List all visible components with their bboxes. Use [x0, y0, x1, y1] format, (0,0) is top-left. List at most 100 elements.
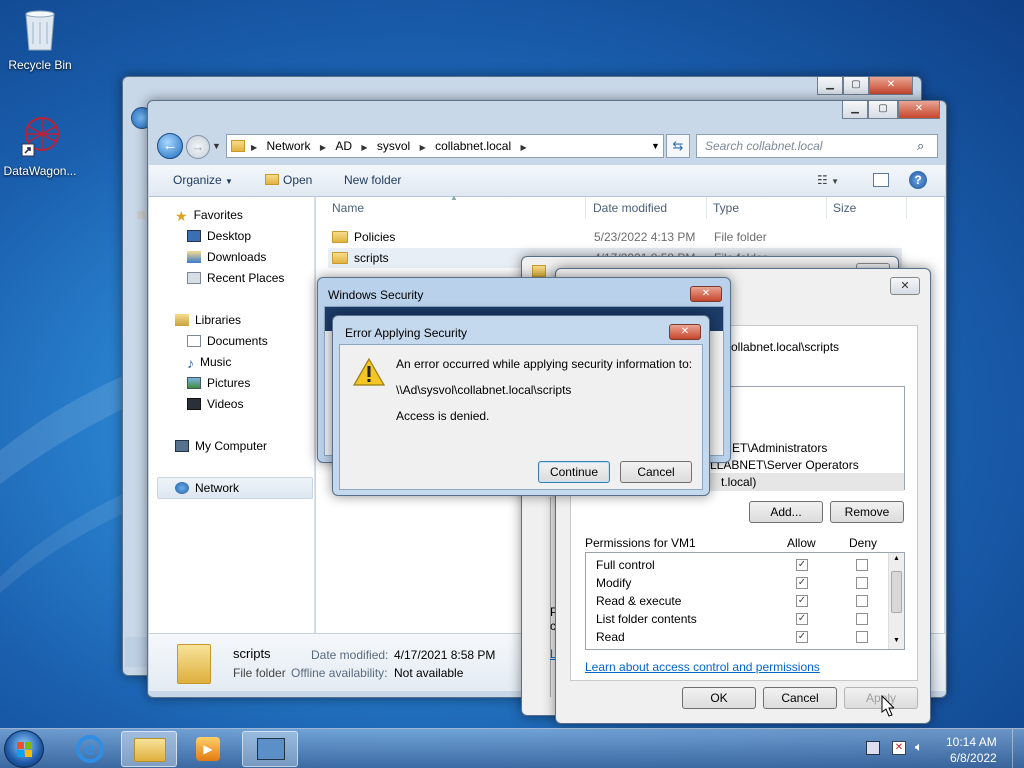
allow-checkbox[interactable]: ✓	[796, 577, 808, 589]
scroll-up-icon[interactable]: ▲	[893, 555, 900, 562]
folder-library-icon	[134, 738, 166, 762]
folder-open-icon	[265, 174, 279, 185]
folder-icon	[332, 231, 348, 243]
deny-checkbox[interactable]	[856, 577, 868, 589]
nav-my-computer[interactable]: My Computer	[175, 436, 267, 456]
allow-checkbox[interactable]: ✓	[796, 631, 808, 643]
recent-pages-icon[interactable]: ▼	[212, 141, 221, 151]
file-row[interactable]: Policies 5/23/2022 4:13 PM File folder	[332, 227, 892, 247]
cancel-button[interactable]: Cancel	[620, 461, 692, 483]
scrollbar[interactable]: ▲ ▼	[888, 553, 904, 649]
desktop-icon-datawagon[interactable]: DataWagon...	[0, 114, 80, 178]
continue-button[interactable]: Continue	[538, 461, 610, 483]
new-folder-button[interactable]: New folder	[344, 173, 401, 187]
allow-checkbox[interactable]: ✓	[796, 595, 808, 607]
organize-label: Organize	[173, 173, 222, 187]
taskbar-media-player[interactable]: ▶	[180, 731, 236, 767]
breadcrumb-collabnet[interactable]: collabnet.local	[431, 135, 515, 157]
allow-checkbox[interactable]: ✓	[796, 559, 808, 571]
details-type: File folder	[233, 666, 286, 680]
navigation-pane[interactable]: ★ Favorites Desktop Downloads Recent Plac…	[149, 197, 315, 633]
nav-desktop[interactable]: Desktop	[187, 226, 251, 246]
nav-favorites[interactable]: ★ Favorites	[175, 205, 243, 225]
error-dialog[interactable]: Error Applying Security ✕ An error occur…	[332, 315, 710, 496]
nav-documents[interactable]: Documents	[187, 331, 268, 351]
breadcrumb-ad[interactable]: AD	[331, 135, 356, 157]
back-button[interactable]: ←	[157, 133, 183, 159]
allow-checkbox[interactable]: ✓	[796, 613, 808, 625]
show-desktop-button[interactable]	[1012, 729, 1024, 768]
nav-downloads[interactable]: Downloads	[187, 247, 266, 267]
network-tray-icon[interactable]	[866, 741, 880, 755]
breadcrumb-chevron-icon[interactable]: ▶	[518, 137, 528, 159]
add-button[interactable]: Add...	[749, 501, 823, 523]
close-button[interactable]: ✕	[669, 324, 701, 340]
minimize-button[interactable]: ▁	[842, 101, 868, 119]
ok-button[interactable]: OK	[682, 687, 756, 709]
close-button[interactable]: ✕	[898, 101, 940, 119]
nav-network[interactable]: Network	[175, 478, 239, 498]
start-button[interactable]	[4, 730, 44, 768]
windows-logo-icon	[17, 742, 33, 757]
perm-name: Read	[596, 630, 625, 644]
taskbar-explorer[interactable]	[121, 731, 177, 767]
search-input[interactable]: Search collabnet.local ⌕	[696, 134, 938, 158]
cancel-button[interactable]: Cancel	[763, 687, 837, 709]
clock-date[interactable]: 6/8/2022	[950, 751, 997, 765]
breadcrumb-sysvol[interactable]: sysvol	[373, 135, 414, 157]
learn-more-link[interactable]: Learn about access control and permissio…	[585, 660, 820, 674]
minimize-button[interactable]: ▁	[817, 77, 843, 95]
maximize-button[interactable]: ▢	[843, 77, 869, 95]
breadcrumb-chevron-icon[interactable]: ▶	[318, 137, 328, 159]
view-options-icon[interactable]: ☷ ▼	[817, 173, 839, 187]
close-button[interactable]: ✕	[869, 77, 913, 95]
scroll-down-icon[interactable]: ▼	[893, 637, 900, 644]
documents-icon	[187, 335, 201, 347]
preview-pane-icon[interactable]	[873, 173, 889, 187]
column-header-size[interactable]: Size	[827, 197, 907, 219]
breadcrumb-chevron-icon[interactable]: ▶	[359, 137, 369, 159]
deny-checkbox[interactable]	[856, 631, 868, 643]
search-icon[interactable]: ⌕	[917, 138, 924, 154]
taskbar-internet-explorer[interactable]: e	[62, 731, 118, 767]
desktop-icon-recycle-bin[interactable]: Recycle Bin	[0, 8, 80, 72]
nav-libraries[interactable]: Libraries	[175, 310, 241, 330]
permissions-header: Permissions for VM1	[585, 536, 696, 550]
deny-checkbox[interactable]	[856, 613, 868, 625]
nav-music[interactable]: ♪ Music	[187, 352, 231, 372]
group-item[interactable]: t.local)	[721, 475, 756, 489]
action-center-icon[interactable]: ✕	[892, 741, 906, 755]
sort-ascending-icon: ▲	[450, 193, 458, 202]
group-item[interactable]: ET\Administrators	[732, 441, 827, 455]
taskbar-network-app[interactable]	[242, 731, 298, 767]
clock-time[interactable]: 10:14 AM	[946, 735, 997, 749]
breadcrumb-chevron-icon[interactable]: ▶	[418, 137, 428, 159]
column-header-type[interactable]: Type	[707, 197, 827, 219]
organize-button[interactable]: Organize ▼	[173, 173, 233, 187]
deny-checkbox[interactable]	[856, 559, 868, 571]
breadcrumb-network[interactable]: Network	[263, 135, 315, 157]
close-button[interactable]: ✕	[890, 277, 920, 295]
deny-checkbox[interactable]	[856, 595, 868, 607]
address-dropdown-icon[interactable]: ▼	[651, 141, 660, 151]
desktop-icon	[187, 230, 201, 242]
nav-pictures[interactable]: Pictures	[187, 373, 250, 393]
forward-button[interactable]: →	[186, 135, 210, 159]
maximize-button[interactable]: ▢	[868, 101, 898, 119]
nav-videos[interactable]: Videos	[187, 394, 243, 414]
group-item[interactable]: LLABNET\Server Operators	[710, 458, 859, 472]
remove-button[interactable]: Remove	[830, 501, 904, 523]
close-button[interactable]: ✕	[690, 286, 722, 302]
column-header-date[interactable]: Date modified	[587, 197, 707, 219]
breadcrumb-chevron-icon[interactable]: ▶	[249, 137, 259, 159]
open-button[interactable]: Open	[265, 173, 312, 187]
help-icon[interactable]: ?	[909, 171, 927, 189]
address-bar[interactable]: ▶ Network ▶ AD ▶ sysvol ▶ collabnet.loca…	[226, 134, 664, 158]
details-offline-value: Not available	[394, 666, 464, 680]
nav-recent-places[interactable]: Recent Places	[187, 268, 284, 288]
permissions-list[interactable]: Full control Modify Read & execute List …	[585, 552, 905, 650]
scroll-thumb[interactable]	[891, 571, 902, 613]
volume-icon[interactable]: 🔈︎	[915, 739, 923, 755]
network-app-icon	[257, 738, 285, 760]
refresh-button[interactable]: ⇆	[666, 134, 690, 158]
